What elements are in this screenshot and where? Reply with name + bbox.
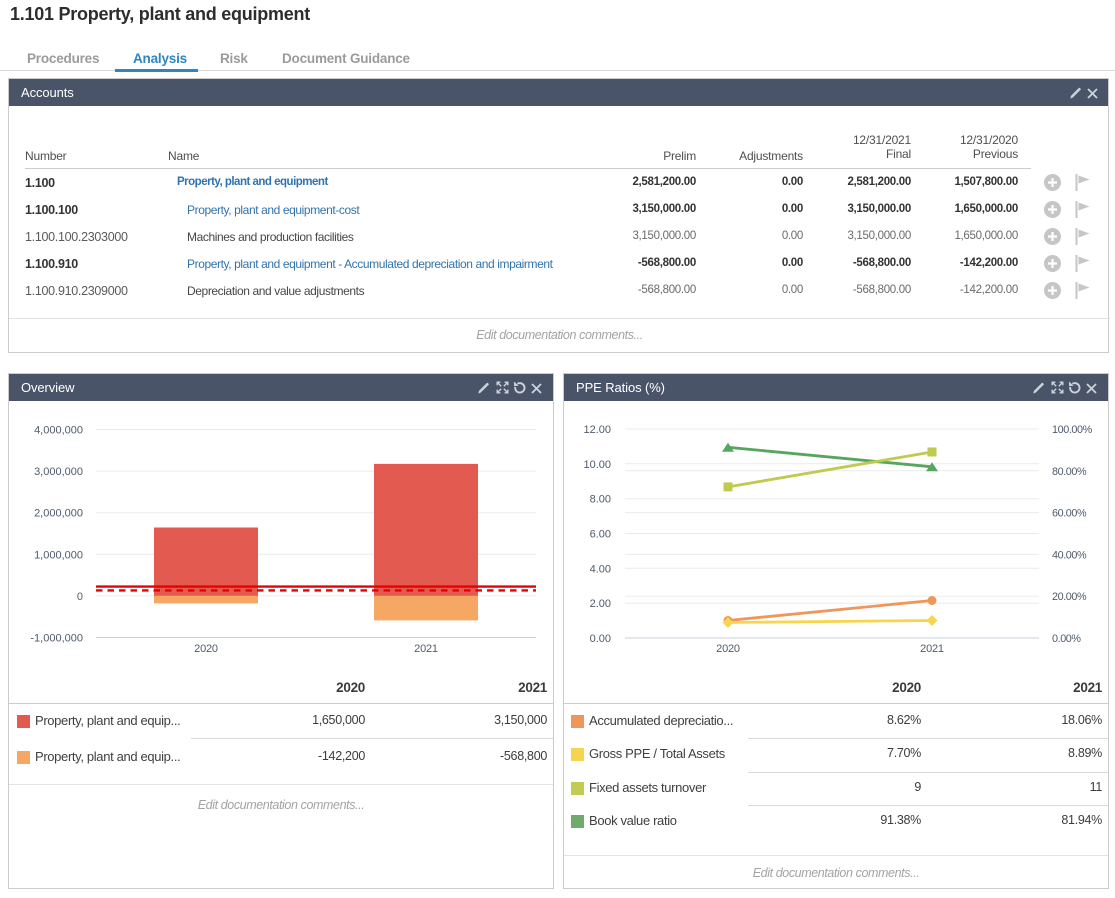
svg-text:0.00%: 0.00% bbox=[1052, 633, 1081, 645]
svg-text:60.00%: 60.00% bbox=[1052, 508, 1087, 520]
svg-text:12.00: 12.00 bbox=[583, 424, 611, 436]
svg-text:8.00: 8.00 bbox=[590, 494, 611, 506]
svg-text:2.00: 2.00 bbox=[590, 598, 611, 610]
svg-text:80.00%: 80.00% bbox=[1052, 466, 1087, 478]
svg-text:100.00%: 100.00% bbox=[1052, 424, 1093, 436]
svg-text:6.00: 6.00 bbox=[590, 529, 611, 541]
svg-text:1,000,000: 1,000,000 bbox=[34, 549, 83, 561]
svg-text:4.00: 4.00 bbox=[590, 563, 611, 575]
svg-text:3,000,000: 3,000,000 bbox=[34, 466, 83, 478]
svg-text:40.00%: 40.00% bbox=[1052, 549, 1087, 561]
svg-text:20.00%: 20.00% bbox=[1052, 591, 1087, 603]
svg-text:10.00: 10.00 bbox=[583, 459, 611, 471]
svg-text:0.00: 0.00 bbox=[590, 633, 611, 645]
svg-text:-1,000,000: -1,000,000 bbox=[30, 633, 83, 645]
svg-text:2,000,000: 2,000,000 bbox=[34, 508, 83, 520]
svg-text:0: 0 bbox=[77, 591, 83, 603]
svg-text:4,000,000: 4,000,000 bbox=[34, 425, 83, 437]
